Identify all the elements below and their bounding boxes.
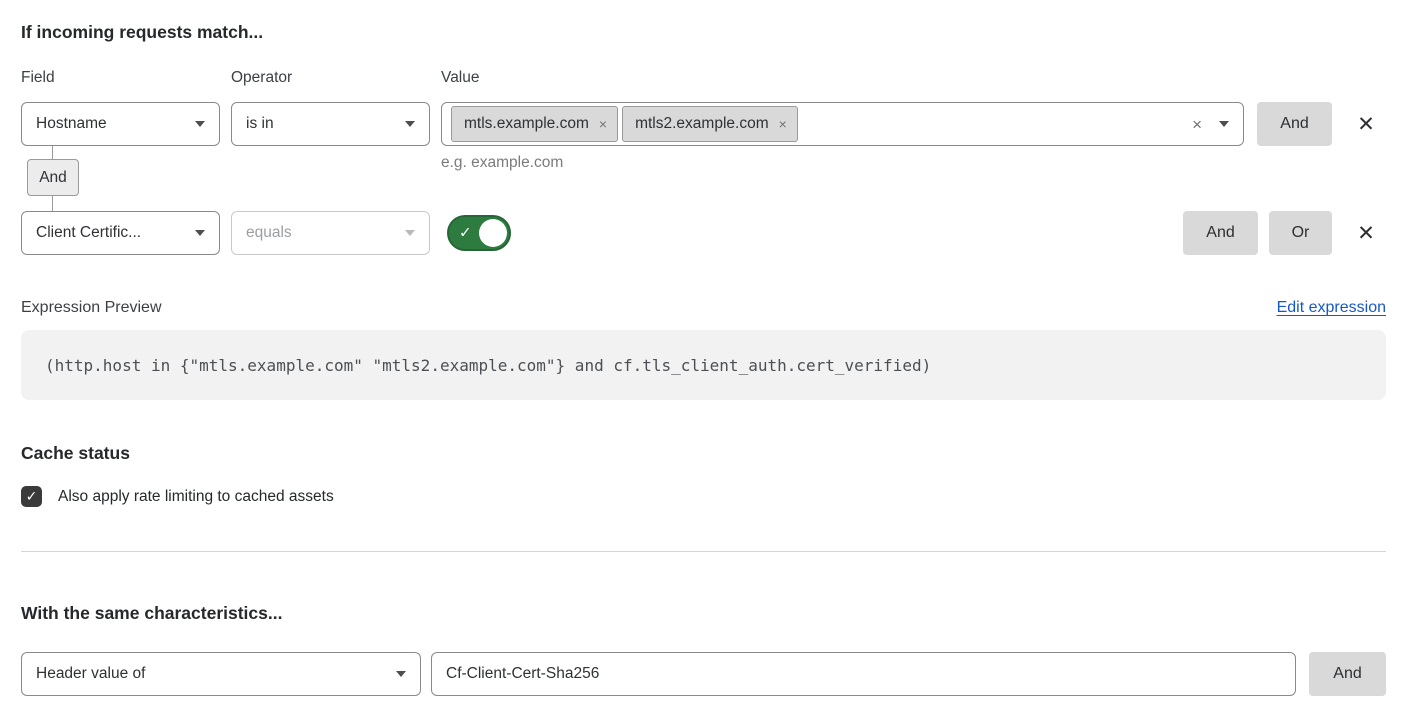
chevron-down-icon (1219, 121, 1229, 127)
field-select-2-value: Client Certific... (36, 224, 141, 242)
value-label: Value (441, 69, 480, 87)
add-characteristic-button[interactable]: And (1309, 652, 1386, 696)
match-section-title: If incoming requests match... (21, 21, 1386, 43)
expression-code-block: (http.host in {"mtls.example.com" "mtls2… (21, 330, 1386, 400)
operator-select-1[interactable]: is in (231, 102, 430, 146)
add-and-condition-button[interactable]: And (1257, 102, 1332, 146)
characteristics-row: Header value of And (21, 652, 1386, 696)
value-tag[interactable]: mtls2.example.com × (622, 106, 798, 142)
field-label: Field (21, 69, 231, 87)
expression-code: (http.host in {"mtls.example.com" "mtls2… (45, 356, 931, 375)
operator-select-2-value: equals (246, 224, 292, 242)
operator-select-2: equals (231, 211, 430, 255)
add-or-condition-button[interactable]: Or (1269, 211, 1332, 255)
value-multiselect[interactable]: mtls.example.com × mtls2.example.com × × (441, 102, 1244, 146)
chevron-down-icon (195, 230, 205, 236)
chevron-down-icon (195, 121, 205, 127)
characteristics-title: With the same characteristics... (21, 602, 1386, 624)
chevron-down-icon (396, 671, 406, 677)
value-tag-label: mtls.example.com (464, 115, 589, 133)
condition-connector-band: And e.g. example.com (21, 146, 1386, 211)
cache-checkbox-row: ✓ Also apply rate limiting to cached ass… (21, 486, 1386, 507)
cached-assets-checkbox[interactable]: ✓ (21, 486, 42, 507)
toggle-knob (479, 219, 507, 247)
expression-header: Expression Preview Edit expression (21, 299, 1386, 317)
cached-assets-checkbox-label: Also apply rate limiting to cached asset… (58, 488, 334, 506)
operator-select-1-value: is in (246, 115, 274, 133)
remove-tag-icon[interactable]: × (779, 117, 787, 131)
connector-line (52, 146, 53, 159)
cert-verified-toggle[interactable]: ✓ (447, 215, 511, 251)
check-icon: ✓ (26, 488, 38, 505)
value-helper-text: e.g. example.com (441, 154, 563, 172)
characteristic-select[interactable]: Header value of (21, 652, 421, 696)
connector-line (52, 196, 53, 211)
delete-condition-icon[interactable]: ✕ (1356, 114, 1376, 135)
section-divider (21, 551, 1386, 552)
field-select-2[interactable]: Client Certific... (21, 211, 220, 255)
header-name-input[interactable] (431, 652, 1296, 696)
characteristic-select-value: Header value of (36, 665, 145, 683)
value-tag-label: mtls2.example.com (635, 115, 769, 133)
check-icon: ✓ (459, 224, 472, 242)
edit-expression-link[interactable]: Edit expression (1277, 299, 1386, 317)
field-select-1-value: Hostname (36, 115, 107, 133)
expression-preview-label: Expression Preview (21, 299, 162, 317)
value-tag[interactable]: mtls.example.com × (451, 106, 618, 142)
condition-row-1: Hostname is in mtls.example.com × mtls2.… (21, 102, 1386, 146)
rule-builder: If incoming requests match... Field Oper… (21, 0, 1386, 696)
condition-row-2: Client Certific... equals ✓ And Or ✕ (21, 211, 1386, 255)
chevron-down-icon (405, 230, 415, 236)
operator-label: Operator (231, 69, 441, 87)
column-labels: Field Operator Value (21, 69, 1386, 87)
chevron-down-icon (405, 121, 415, 127)
remove-tag-icon[interactable]: × (599, 117, 607, 131)
cache-status-title: Cache status (21, 442, 1386, 464)
clear-values-icon[interactable]: × (1192, 116, 1202, 133)
and-connector-chip[interactable]: And (27, 159, 79, 196)
field-select-1[interactable]: Hostname (21, 102, 220, 146)
delete-condition-icon[interactable]: ✕ (1356, 223, 1376, 244)
add-and-condition-button[interactable]: And (1183, 211, 1258, 255)
